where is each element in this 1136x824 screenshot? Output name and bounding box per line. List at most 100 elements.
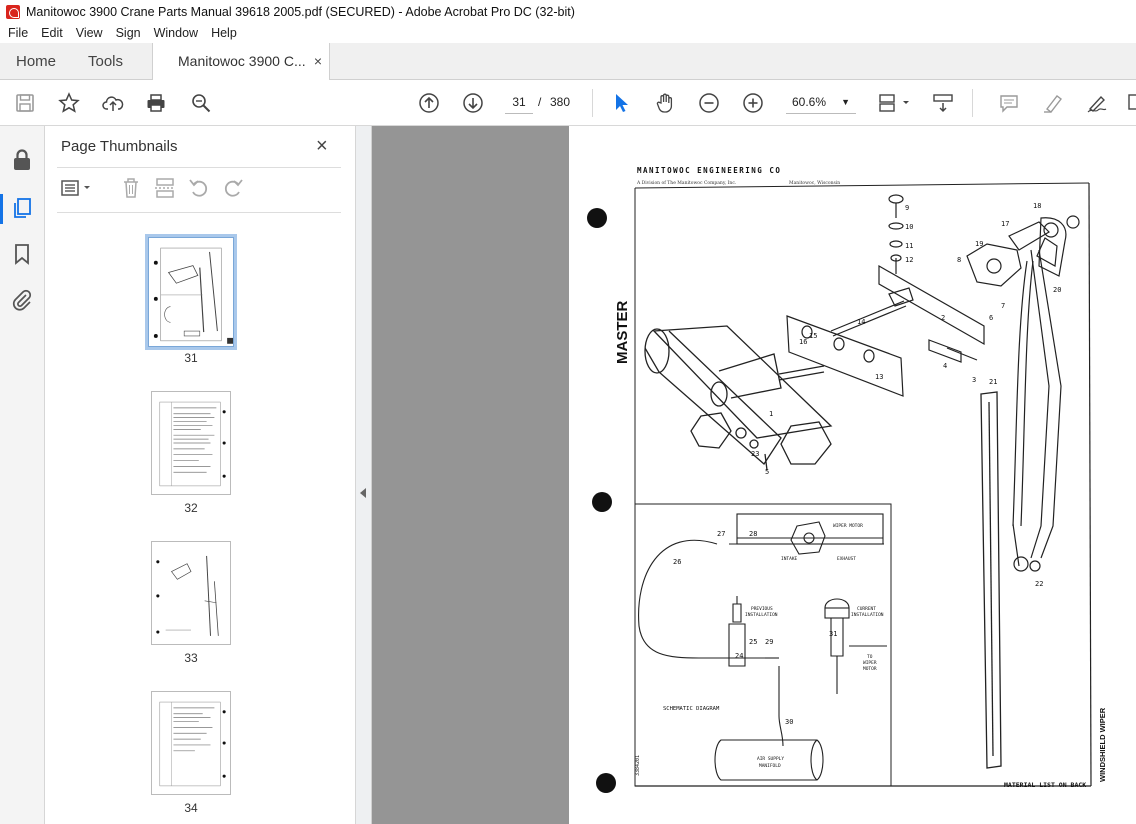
close-tab-icon[interactable]: × [314,43,322,80]
callout-2: 2 [941,314,945,322]
zoom-level-value: 60.6% [792,95,827,109]
callout-11: 11 [905,242,913,250]
previous-label: PREVIOUS [751,606,773,612]
wiper-motor-label: WIPER MOTOR [833,523,863,529]
thumbnail-options-icon[interactable] [59,176,95,200]
callout-28: 28 [749,530,757,538]
bookmark-star-icon[interactable] [56,90,82,116]
comment-icon[interactable] [996,90,1022,116]
page-total: 380 [550,95,571,109]
highlight-icon[interactable] [1040,90,1066,116]
acrobat-logo-icon [6,4,20,19]
save-icon[interactable] [12,90,38,116]
page-thumbnails-icon[interactable] [10,196,34,220]
to-label: TO [867,654,873,660]
toolbar: 31 / 380 60.6% ▼ [0,80,1136,126]
tab-document[interactable]: Manitowoc 3900 C... × [152,43,330,81]
menu-edit[interactable]: Edit [41,26,63,40]
bookmarks-icon[interactable] [10,242,34,266]
zoom-level-select[interactable]: 60.6% ▼ [786,90,856,114]
technical-drawing: 1 2 3 4 5 6 7 8 9 10 11 12 13 14 15 16 1… [587,166,1107,793]
hand-icon[interactable] [652,90,678,116]
delete-page-icon[interactable] [119,176,143,200]
material-list-label: MATERIAL LIST ON BACK [1004,781,1086,789]
scroll-mode-icon[interactable] [930,90,956,116]
panel-divider [57,167,341,168]
thumbnail-preview [149,238,233,346]
callout-3: 3 [972,376,976,384]
page-subheader-left: A Division of The Manitowoc Company, Inc… [636,180,737,186]
zoom-search-icon[interactable] [188,90,214,116]
tab-tools[interactable]: Tools [88,43,123,80]
collapse-panel-handle[interactable] [356,126,372,824]
callout-23: 23 [751,450,759,458]
rotate-right-icon[interactable] [221,176,245,200]
callout-7: 7 [1001,302,1005,310]
zoom-out-icon[interactable] [696,90,722,116]
callout-17: 17 [1001,220,1009,228]
lock-icon[interactable] [10,148,34,172]
callout-14: 14 [857,318,865,326]
to-motor-label: MOTOR [863,666,877,672]
callout-19: 19 [975,240,983,248]
callout-26: 26 [673,558,681,566]
menu-file[interactable]: File [8,26,28,40]
callout-8: 8 [957,256,961,264]
air-supply-label: AIR SUPPLY [757,756,784,762]
toolbar-divider [592,89,593,117]
exhaust-label: EXHAUST [837,556,856,562]
insert-page-icon[interactable] [153,176,177,200]
rotate-left-icon[interactable] [187,176,211,200]
callout-9: 9 [905,204,909,212]
page-subheader-right: Manitowoc, Wisconsin [789,180,840,186]
callout-5: 5 [765,468,769,476]
callout-6: 6 [989,314,993,322]
callout-12: 12 [905,256,913,264]
page-up-icon[interactable] [416,90,442,116]
zoom-in-icon[interactable] [740,90,766,116]
current-label: CURRENT [857,606,876,612]
page-down-icon[interactable] [460,90,486,116]
menu-window[interactable]: Window [154,26,198,40]
pdf-page: 1 2 3 4 5 6 7 8 9 10 11 12 13 14 15 16 1… [569,126,1136,824]
select-arrow-icon[interactable] [608,90,634,116]
tab-home[interactable]: Home [16,43,56,80]
page-number-input[interactable]: 31 [505,90,533,114]
menu-bar: File Edit View Sign Window Help [0,23,1136,43]
thumbnail-page-34[interactable] [151,691,231,795]
thumbnail-page-31[interactable] [145,234,237,350]
master-label: MASTER [614,301,631,365]
left-rail [0,126,45,824]
doc-number: 3384201 [635,755,641,776]
windshield-wiper-label: WINDSHIELD WIPER [1098,707,1107,782]
fit-page-icon[interactable] [876,90,912,116]
menu-view[interactable]: View [76,26,103,40]
document-viewer[interactable]: 1 2 3 4 5 6 7 8 9 10 11 12 13 14 15 16 1… [372,126,1136,824]
thumbnail-preview [152,542,230,644]
menu-help[interactable]: Help [211,26,237,40]
callout-22: 22 [1035,580,1043,588]
thumbnail-page-32[interactable] [151,391,231,495]
callout-16: 16 [799,338,807,346]
callout-10: 10 [905,223,913,231]
thumbnail-page-33[interactable] [151,541,231,645]
attachments-icon[interactable] [10,288,34,312]
previous-installation-label: INSTALLATION [745,612,778,618]
print-icon[interactable] [143,90,169,116]
toolbar-divider [972,89,973,117]
thumbnail-preview [152,392,230,494]
callout-27: 27 [717,530,725,538]
intake-label: INTAKE [781,556,798,562]
title-bar: Manitowoc 3900 Crane Parts Manual 39618 … [0,0,1136,23]
callout-18: 18 [1033,202,1041,210]
sign-icon[interactable] [1084,90,1110,116]
close-panel-icon[interactable]: × [316,135,328,158]
thumbnail-preview [152,692,230,794]
more-icon[interactable] [1124,90,1136,116]
menu-sign[interactable]: Sign [116,26,141,40]
upload-icon[interactable] [100,90,126,116]
active-indicator [0,194,3,224]
thumbnail-number: 31 [184,351,198,365]
callout-24: 24 [735,652,743,660]
callout-13: 13 [875,373,883,381]
